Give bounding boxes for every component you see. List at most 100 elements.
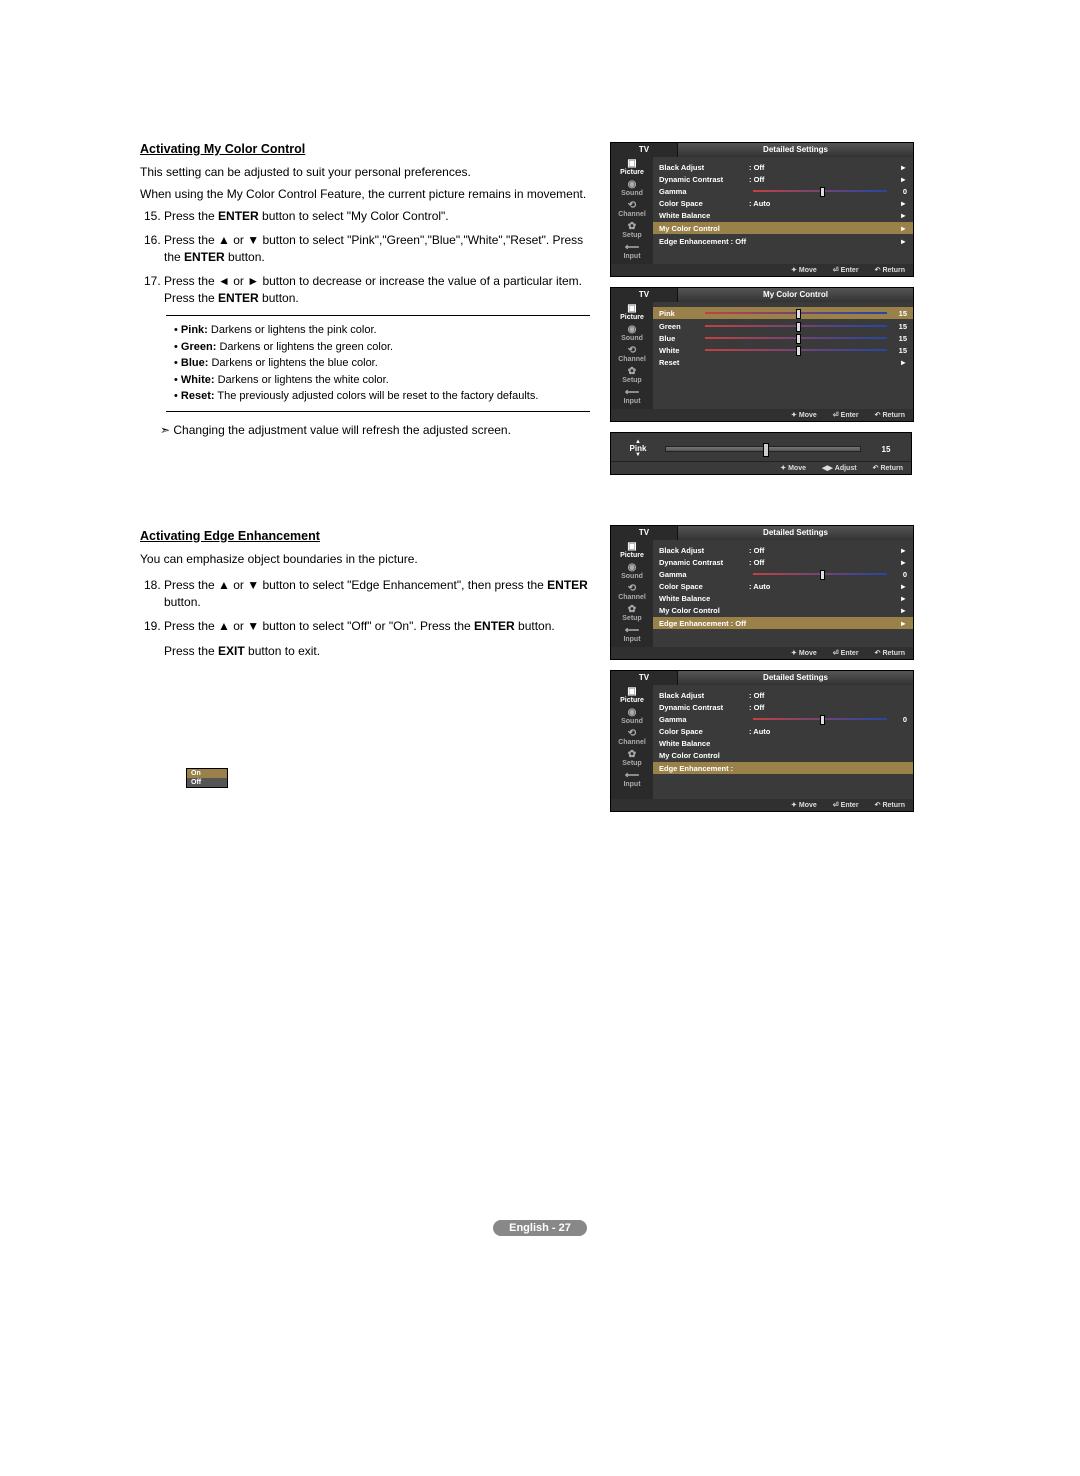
tv-sidebar: ▣Picture ◉Sound ⟲Channel ✿Setup ⟵Input (611, 540, 653, 647)
row-dynamic-contrast[interactable]: Dynamic Contrast: Off (659, 701, 907, 713)
row-white-balance[interactable]: White Balance (659, 737, 907, 749)
row-black-adjust[interactable]: Black Adjust: Off (659, 689, 907, 701)
tv-menu-detailed-1: TV Detailed Settings ▣Picture ◉Sound ⟲Ch… (610, 142, 914, 277)
section1-steps: Press the ENTER button to select "My Col… (140, 208, 590, 307)
section2-steps: Press the ▲ or ▼ button to select "Edge … (140, 577, 590, 661)
setup-icon: ✿ (628, 750, 636, 760)
row-green[interactable]: Green15 (659, 320, 907, 332)
row-white-balance[interactable]: White Balance► (659, 209, 907, 221)
sidebar-sound[interactable]: ◉Sound (611, 706, 653, 727)
sidebar-input[interactable]: ⟵Input (611, 769, 653, 790)
input-icon: ⟵ (625, 243, 639, 253)
tv-menu-detailed-2: TV Detailed Settings ▣Picture ◉Sound ⟲Ch… (610, 525, 914, 660)
step-15: Press the ENTER button to select "My Col… (164, 208, 590, 225)
sidebar-sound[interactable]: ◉Sound (611, 323, 653, 344)
hint-return: Return (875, 649, 905, 657)
sidebar-setup[interactable]: ✿Setup (611, 748, 653, 769)
dropdown-off[interactable]: Off (187, 778, 227, 787)
sidebar-channel[interactable]: ⟲Channel (611, 344, 653, 365)
bullet-reset: Reset: The previously adjusted colors wi… (174, 388, 582, 405)
hint-return: Return (873, 464, 903, 472)
channel-icon: ⟲ (628, 201, 636, 211)
hint-move: Move (791, 411, 817, 419)
tv-title: Detailed Settings (678, 143, 913, 157)
bullet-blue: Blue: Darkens or lightens the blue color… (174, 355, 582, 372)
hint-move: Move (791, 649, 817, 657)
row-gamma[interactable]: Gamma0 (659, 185, 907, 197)
dropdown-on[interactable]: On (187, 769, 227, 778)
sidebar-sound[interactable]: ◉Sound (611, 561, 653, 582)
row-color-space[interactable]: Color Space: Auto► (659, 580, 907, 592)
hint-enter: Enter (833, 266, 859, 274)
row-my-color-control[interactable]: My Color Control► (653, 222, 913, 234)
sidebar-channel[interactable]: ⟲Channel (611, 582, 653, 603)
hint-return: Return (875, 801, 905, 809)
hint-enter: Enter (833, 411, 859, 419)
row-white-balance[interactable]: White Balance► (659, 592, 907, 604)
step-18: Press the ▲ or ▼ button to select "Edge … (164, 577, 590, 612)
row-edge-enhancement[interactable]: Edge Enhancement : On Off (653, 762, 913, 774)
picture-icon: ▣ (627, 304, 636, 314)
setup-icon: ✿ (628, 222, 636, 232)
adjust-footer: Move Adjust Return (611, 461, 911, 474)
sidebar-picture[interactable]: ▣Picture (611, 685, 653, 706)
input-icon: ⟵ (625, 626, 639, 636)
sidebar-input[interactable]: ⟵Input (611, 241, 653, 262)
tv-content: Black Adjust: Off► Dynamic Contrast: Off… (653, 157, 913, 264)
section2-intro: You can emphasize object boundaries in t… (140, 551, 590, 567)
channel-icon: ⟲ (628, 584, 636, 594)
adjust-panel: ▲Pink▼ 15 Move Adjust Return (610, 432, 912, 475)
sidebar-picture[interactable]: ▣Picture (611, 157, 653, 178)
row-my-color-control[interactable]: My Color Control► (659, 604, 907, 616)
row-edge-enhancement[interactable]: Edge Enhancement : Off► (653, 617, 913, 629)
adjust-slider[interactable] (665, 446, 861, 452)
sidebar-setup[interactable]: ✿Setup (611, 220, 653, 241)
row-color-space[interactable]: Color Space: Auto► (659, 197, 907, 209)
row-color-space[interactable]: Color Space: Auto (659, 725, 907, 737)
row-dynamic-contrast[interactable]: Dynamic Contrast: Off► (659, 173, 907, 185)
tv-menu-mycolor: TV My Color Control ▣Picture ◉Sound ⟲Cha… (610, 287, 914, 422)
sound-icon: ◉ (628, 180, 637, 190)
row-pink[interactable]: Pink15 (653, 307, 913, 319)
step-19: Press the ▲ or ▼ button to select "Off" … (164, 618, 590, 661)
sound-icon: ◉ (628, 708, 637, 718)
row-black-adjust[interactable]: Black Adjust: Off► (659, 544, 907, 556)
row-my-color-control[interactable]: My Color Control (659, 749, 907, 761)
tv-tab: TV (611, 143, 678, 157)
channel-icon: ⟲ (628, 729, 636, 739)
page-content: Activating My Color Control This setting… (0, 0, 1080, 852)
row-white[interactable]: White15 (659, 344, 907, 356)
row-black-adjust[interactable]: Black Adjust: Off► (659, 161, 907, 173)
input-icon: ⟵ (625, 388, 639, 398)
tv-footer: Move Enter Return (611, 647, 913, 659)
row-edge-enhancement[interactable]: Edge Enhancement : Off► (659, 235, 907, 247)
sidebar-input[interactable]: ⟵Input (611, 624, 653, 645)
section2-title: Activating Edge Enhancement (140, 529, 590, 543)
section1-intro2: When using the My Color Control Feature,… (140, 186, 590, 202)
row-reset[interactable]: Reset► (659, 356, 907, 368)
row-gamma[interactable]: Gamma0 (659, 568, 907, 580)
tv-content: Pink15 Green15 Blue15 White15 Reset► (653, 302, 913, 409)
sidebar-setup[interactable]: ✿Setup (611, 603, 653, 624)
adjust-row-pink[interactable]: ▲Pink▼ 15 (621, 441, 901, 457)
left-column: Activating My Color Control This setting… (140, 142, 590, 812)
sidebar-setup[interactable]: ✿Setup (611, 365, 653, 386)
hint-adjust: Adjust (822, 464, 857, 472)
sidebar-picture[interactable]: ▣Picture (611, 540, 653, 561)
page-number-badge: English - 27 (493, 1220, 587, 1236)
hint-enter: Enter (833, 801, 859, 809)
tv-title: My Color Control (678, 288, 913, 302)
input-icon: ⟵ (625, 771, 639, 781)
tv-content: Black Adjust: Off► Dynamic Contrast: Off… (653, 540, 913, 647)
sidebar-sound[interactable]: ◉Sound (611, 178, 653, 199)
adjust-value: 15 (871, 445, 901, 454)
edge-dropdown[interactable]: On Off (186, 768, 228, 788)
sidebar-picture[interactable]: ▣Picture (611, 302, 653, 323)
sidebar-channel[interactable]: ⟲Channel (611, 199, 653, 220)
sidebar-input[interactable]: ⟵Input (611, 386, 653, 407)
tv-tab: TV (611, 288, 678, 302)
row-blue[interactable]: Blue15 (659, 332, 907, 344)
row-gamma[interactable]: Gamma0 (659, 713, 907, 725)
row-dynamic-contrast[interactable]: Dynamic Contrast: Off► (659, 556, 907, 568)
sidebar-channel[interactable]: ⟲Channel (611, 727, 653, 748)
